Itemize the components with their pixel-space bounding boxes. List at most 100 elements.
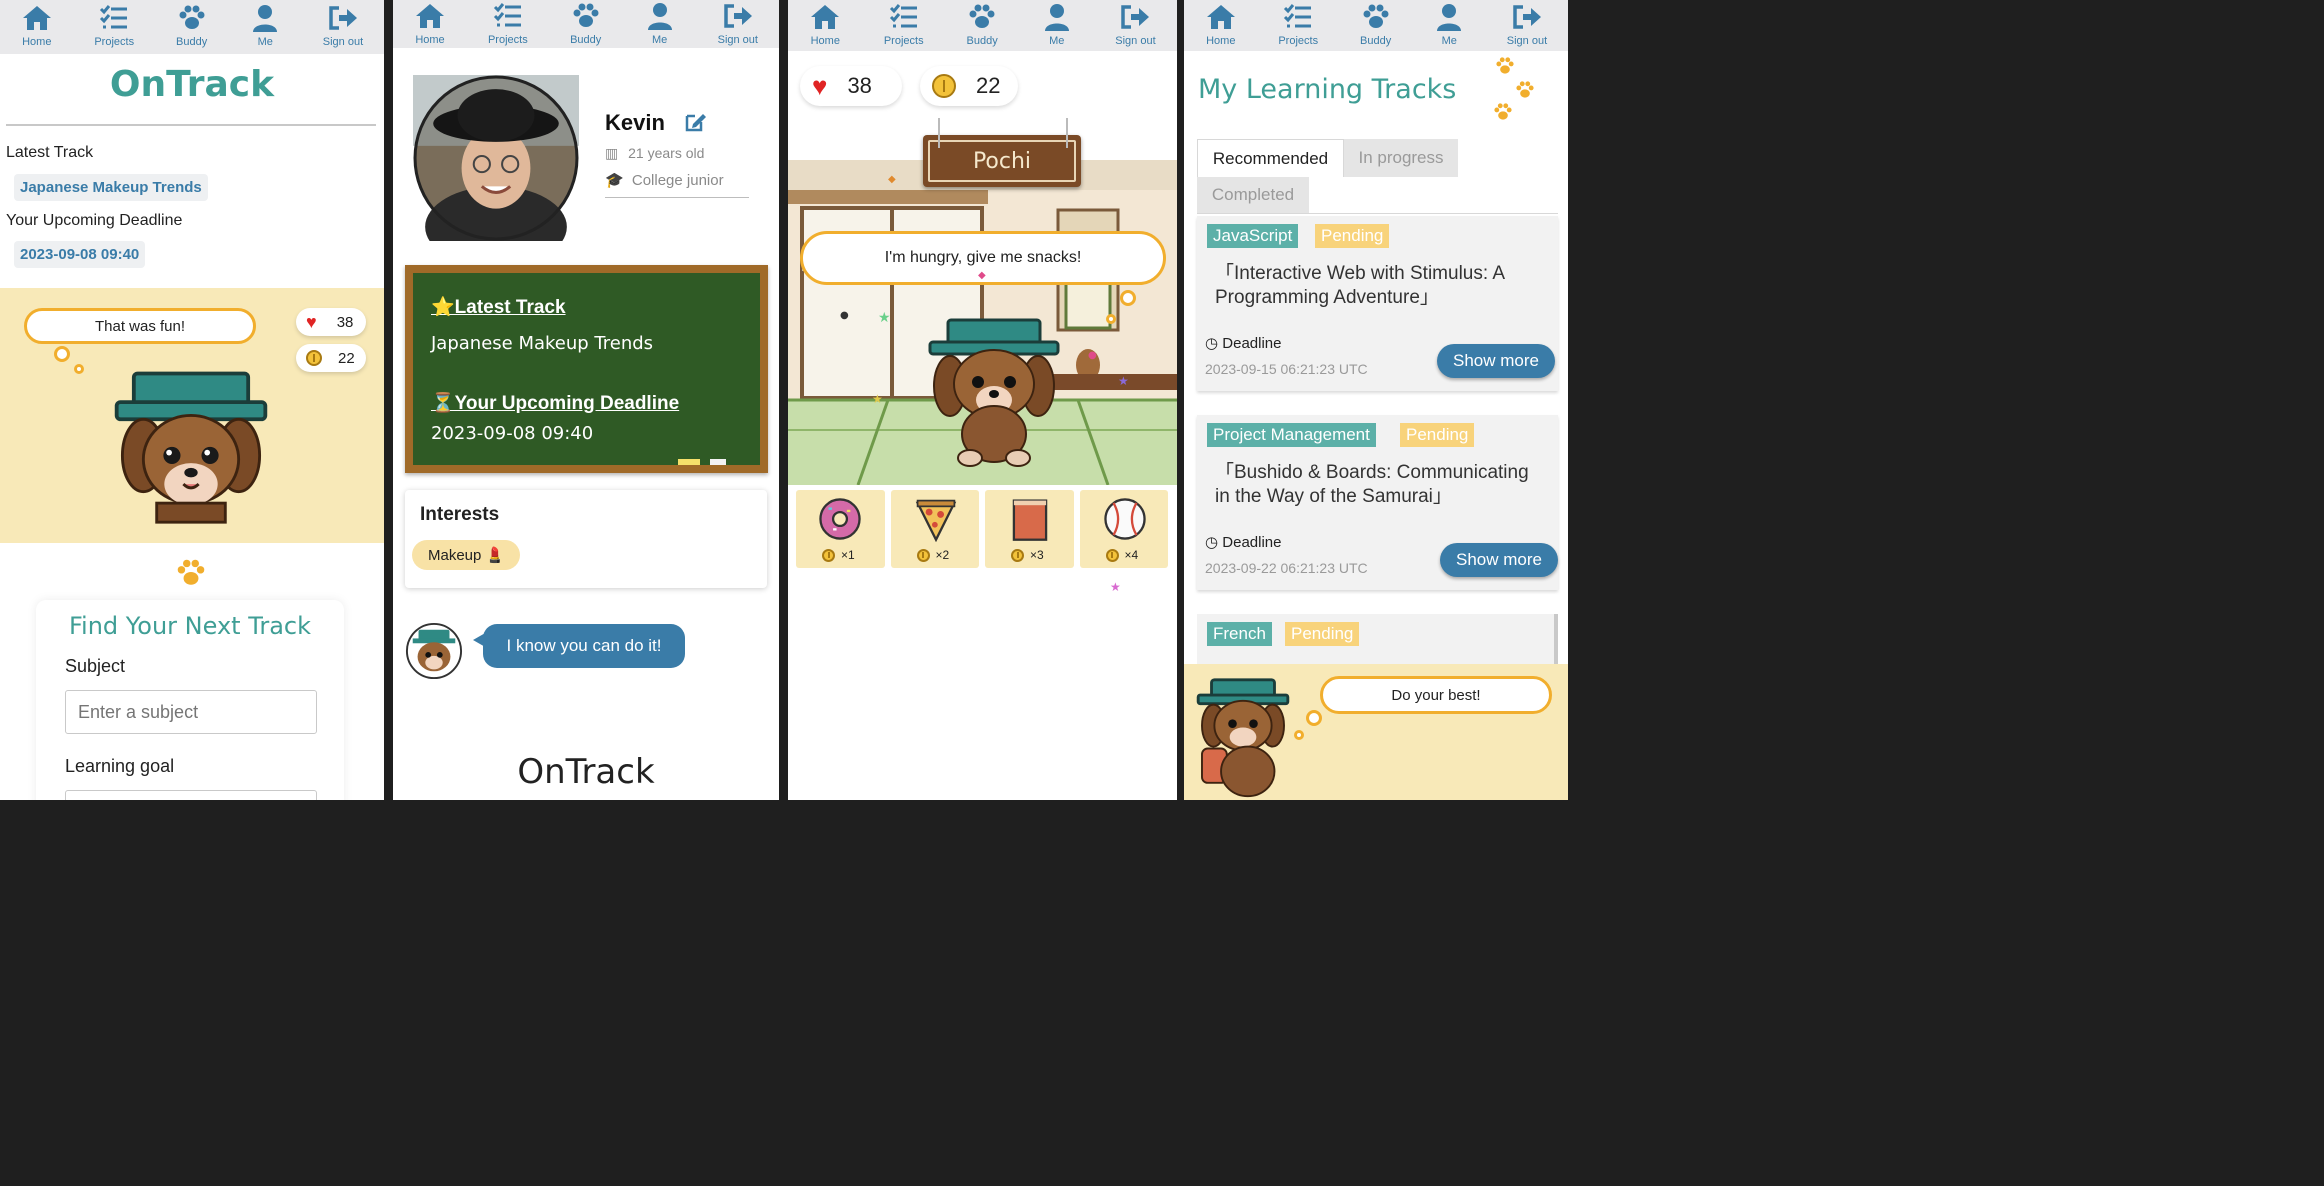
deadline-row: ◷ Deadline (1205, 534, 1282, 551)
paw-icon (177, 559, 205, 585)
nav-bar: Home Projects Buddy Me Sign out (393, 0, 779, 48)
snack-item-pizza[interactable]: ×2 (890, 490, 979, 568)
learning-goal-label: Learning goal (65, 756, 175, 776)
avatar (413, 75, 579, 241)
nav-signout[interactable]: Sign out (718, 2, 758, 46)
subject-tag: Project Management (1207, 423, 1376, 447)
home-icon (22, 6, 51, 30)
nav-bar: Home Projects Buddy Me Sign out (788, 0, 1177, 51)
subject-input[interactable] (65, 690, 317, 734)
nav-me[interactable]: Me (644, 2, 676, 46)
chalk-white (710, 459, 726, 465)
nav-signout[interactable]: Sign out (1507, 3, 1547, 47)
scrollbar[interactable] (1554, 614, 1558, 664)
deadline-badge: 2023-09-08 09:40 (14, 241, 146, 268)
sign-out-icon (724, 4, 752, 28)
divider (6, 124, 376, 126)
footer-logo: OnTrack (517, 752, 655, 792)
tab-recommended[interactable]: Recommended (1197, 139, 1344, 177)
list-check-icon (493, 3, 521, 27)
track-title: 「Interactive Web with Stimulus: A Progra… (1215, 263, 1504, 308)
status-tag: Pending (1285, 622, 1360, 646)
coin-icon (822, 548, 835, 562)
home-screen: Home Projects Buddy Me Sign out OnTrack … (0, 0, 384, 800)
board-latest-value: Japanese Makeup Trends (431, 333, 654, 354)
home-icon (811, 5, 840, 29)
graduation-cap-icon: 🎓 (605, 172, 624, 189)
nav-home[interactable]: Home (414, 2, 446, 46)
snack-bar: ×1 ×2 ×3 ×4 (796, 490, 1168, 568)
status-tag: Pending (1400, 423, 1475, 447)
snack-item-baseball[interactable]: ×4 (1079, 490, 1168, 568)
paw-icon (969, 4, 995, 28)
buddy-dog-image (1196, 678, 1290, 798)
clock-icon: ◷ (1205, 534, 1219, 551)
page-title: My Learning Tracks (1198, 74, 1457, 105)
thought-dot (1306, 710, 1322, 726)
nav-me[interactable]: Me (1041, 3, 1073, 47)
baseball-icon (1103, 498, 1146, 540)
nav-bar: Home Projects Buddy Me Sign out (1184, 0, 1568, 51)
nav-projects[interactable]: Projects (94, 4, 134, 48)
nav-me[interactable]: Me (249, 4, 281, 48)
latest-track-badge[interactable]: Japanese Makeup Trends (14, 174, 208, 201)
nav-home[interactable]: Home (1205, 3, 1237, 47)
profile-name: Kevin (605, 110, 665, 135)
thought-dot (54, 346, 70, 362)
sign-string (938, 118, 940, 148)
snack-item-donut[interactable]: ×1 (796, 490, 885, 568)
show-more-button[interactable]: Show more (1440, 543, 1558, 577)
app-title: OnTrack (109, 64, 275, 105)
edit-icon[interactable] (683, 110, 707, 134)
hearts-counter: ♥ 38 (296, 308, 366, 336)
board-latest-label: ⭐Latest Track (431, 297, 566, 318)
buddy-dog-image (114, 371, 268, 524)
pizza-icon (915, 499, 956, 542)
tracks-screen: Home Projects Buddy Me Sign out My Learn… (1184, 0, 1568, 800)
nav-buddy[interactable]: Buddy (176, 4, 208, 48)
tab-in-progress[interactable]: In progress (1344, 139, 1458, 177)
user-icon (647, 3, 672, 30)
nav-home[interactable]: Home (809, 3, 841, 47)
home-icon (415, 4, 444, 28)
nav-projects[interactable]: Projects (884, 3, 924, 47)
nav-me[interactable]: Me (1433, 3, 1465, 47)
buddy-avatar (405, 622, 463, 680)
interests-card: Interests Makeup 💄 (405, 490, 767, 588)
nav-projects[interactable]: Projects (488, 2, 528, 46)
buddy-area: That was fun! ♥ 38 22 (0, 288, 384, 543)
chalkboard: ⭐Latest Track Japanese Makeup Trends ⏳Yo… (405, 265, 768, 473)
interest-tag[interactable]: Makeup 💄 (412, 540, 521, 570)
interests-title: Interests (420, 504, 500, 525)
speech-bubble: That was fun! (24, 308, 256, 344)
nav-signout[interactable]: Sign out (1115, 3, 1156, 47)
show-more-button[interactable]: Show more (1437, 344, 1555, 378)
learning-goal-input[interactable] (65, 790, 317, 800)
bubble-tail (473, 632, 487, 648)
nav-home[interactable]: Home (21, 4, 53, 48)
nav-buddy[interactable]: Buddy (966, 3, 998, 47)
nav-bar: Home Projects Buddy Me Sign out (0, 0, 384, 54)
nav-buddy[interactable]: Buddy (570, 2, 602, 46)
coin-icon (932, 74, 956, 98)
list-check-icon (1284, 4, 1312, 28)
sign-out-icon (329, 6, 357, 30)
nav-signout[interactable]: Sign out (323, 4, 363, 48)
latest-track-label: Latest Track (6, 144, 94, 161)
snack-item-tofu[interactable]: ×3 (985, 490, 1074, 568)
track-card: JavaScript Pending 「Interactive Web with… (1197, 216, 1558, 391)
nav-buddy[interactable]: Buddy (1360, 3, 1392, 47)
profile-screen: Home Projects Buddy Me Sign out Kevin ▥ … (393, 0, 779, 800)
buddy-screen: Home Projects Buddy Me Sign out ♥ 38 22 (788, 0, 1177, 800)
deadline-label: Your Upcoming Deadline (6, 212, 183, 229)
board-deadline-label: ⏳Your Upcoming Deadline (431, 393, 680, 414)
coin-icon (1105, 548, 1119, 562)
heart-icon: ♥ (812, 70, 828, 101)
subject-tag: JavaScript (1207, 224, 1299, 248)
speech-text: Do your best! (1391, 686, 1481, 704)
clock-icon: ◷ (1205, 335, 1219, 352)
coin-icon (1011, 548, 1024, 562)
nav-projects[interactable]: Projects (1278, 3, 1318, 47)
paw-icon (1496, 57, 1514, 74)
tab-completed[interactable]: Completed (1197, 177, 1309, 213)
